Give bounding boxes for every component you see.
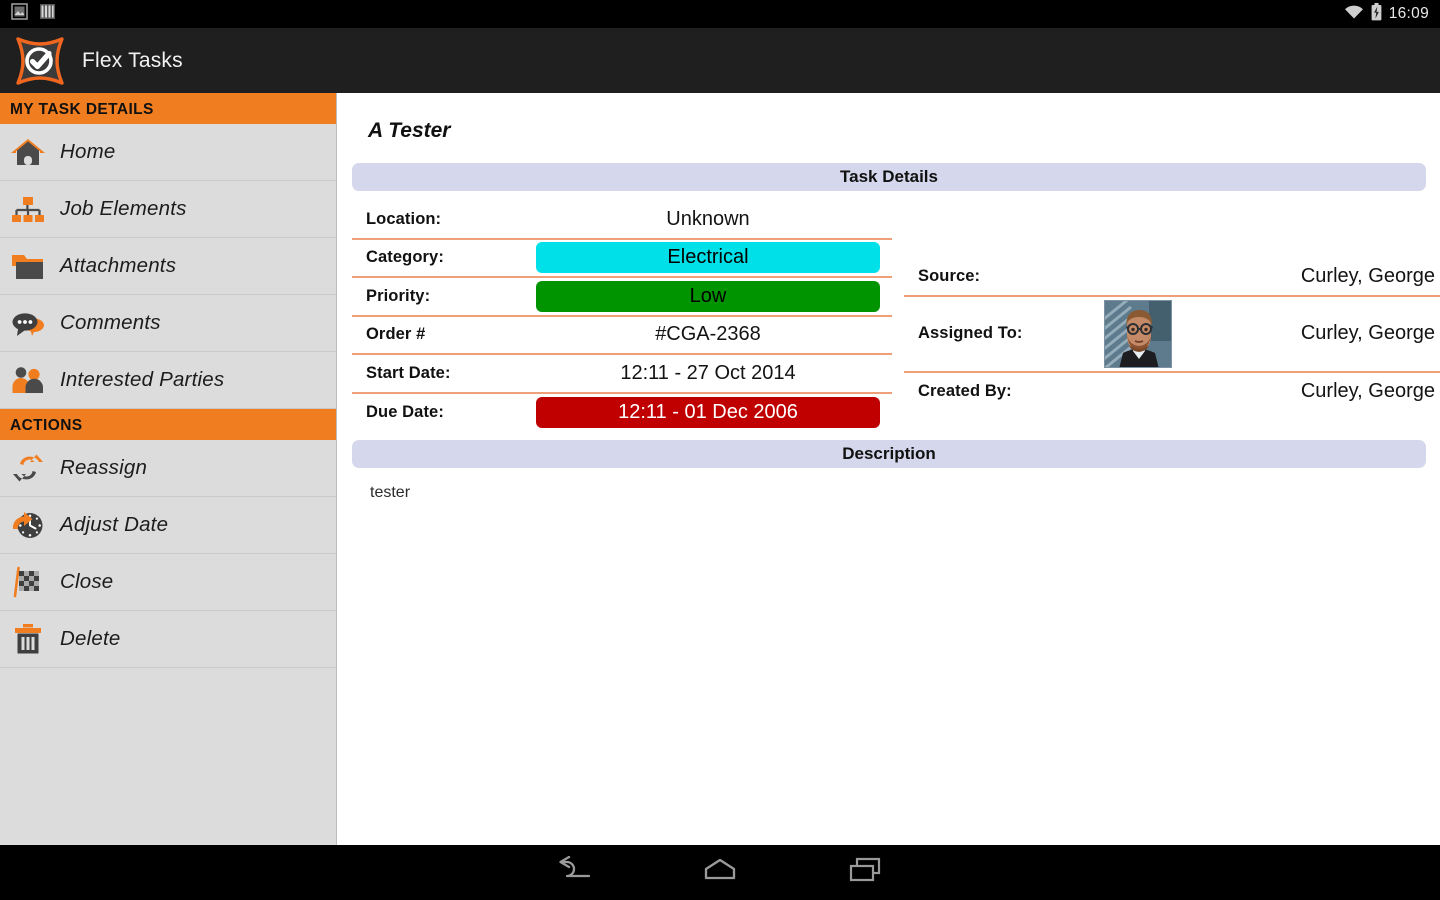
back-icon	[555, 855, 595, 889]
field-row-order-number: Order # #CGA-2368	[352, 317, 892, 355]
sidebar-item-label: Reassign	[60, 456, 148, 479]
sidebar-item-close[interactable]: Close	[0, 554, 336, 611]
flex-tasks-logo-icon[interactable]	[14, 35, 66, 87]
field-label: Order #	[366, 325, 426, 344]
nav-home-button[interactable]	[648, 845, 793, 900]
sidebar-item-comments[interactable]: Comments	[0, 295, 336, 352]
app-bar: Flex Tasks	[0, 28, 1440, 93]
field-label: Assigned To:	[918, 324, 1023, 342]
field-label: Location:	[366, 209, 442, 228]
trash-icon	[10, 621, 46, 657]
category-badge: Electrical	[536, 242, 880, 274]
sidebar-item-adjust-date[interactable]: Adjust Date	[0, 497, 336, 554]
details-right-column: Source: Curley, George Assigned To: Curl…	[904, 191, 1440, 432]
sidebar-empty-area	[0, 668, 336, 828]
field-row-location: Location: Unknown	[352, 201, 892, 240]
field-row-source: Source: Curley, George	[904, 258, 1440, 297]
clock-arrow-icon	[10, 507, 46, 543]
people-icon	[10, 362, 46, 398]
field-row-start-date: Start Date: 12:11 - 27 Oct 2014	[352, 355, 892, 394]
field-value-priority: Low	[524, 280, 892, 312]
sidebar-item-label: Delete	[60, 627, 121, 650]
sidebar-item-label: Close	[60, 570, 114, 593]
field-value-order-number: #CGA-2368	[655, 323, 761, 346]
status-bar-clock: 16:09	[1388, 5, 1429, 22]
status-bar-system: 16:09	[1344, 2, 1440, 26]
page-title: A Tester	[368, 119, 451, 142]
recents-icon	[845, 856, 885, 889]
sidebar-item-interested-parties[interactable]: Interested Parties	[0, 352, 336, 409]
details-columns: Location: Unknown Category: Electrical P…	[352, 191, 1440, 432]
main-content: A Tester Task Details Location: Unknown …	[338, 93, 1440, 845]
field-label: Created By:	[918, 382, 1012, 401]
field-value-assigned-to: Curley, George	[1300, 322, 1435, 344]
org-chart-icon	[10, 191, 46, 227]
description-text: tester	[370, 484, 411, 501]
task-details-header: Task Details	[352, 163, 1426, 191]
home-icon	[10, 134, 46, 170]
details-left-column: Location: Unknown Category: Electrical P…	[352, 191, 892, 432]
sidebar-item-label: Interested Parties	[60, 368, 225, 391]
field-value-start-date: 12:11 - 27 Oct 2014	[620, 361, 796, 384]
battery-charging-icon	[1371, 2, 1382, 26]
field-value-source: Curley, George	[1300, 264, 1435, 287]
sidebar-item-delete[interactable]: Delete	[0, 611, 336, 668]
sidebar-item-label: Home	[60, 140, 116, 163]
wifi-icon	[1344, 4, 1364, 25]
sidebar: MY TASK DETAILS Home Job Elements Attach…	[0, 93, 337, 845]
sidebar-item-reassign[interactable]: Reassign	[0, 440, 336, 497]
sidebar-section-header-actions: ACTIONS	[0, 409, 336, 440]
field-label: Due Date:	[366, 403, 444, 422]
field-value-category: Electrical	[524, 242, 892, 274]
field-label: Category:	[366, 248, 444, 267]
checkered-flag-icon	[10, 564, 46, 600]
field-row-created-by: Created By: Curley, George	[904, 373, 1440, 412]
sidebar-item-label: Adjust Date	[60, 513, 169, 536]
field-value-due-date: 12:11 - 01 Dec 2006	[524, 397, 892, 429]
avatar	[1104, 299, 1172, 368]
bars-icon	[40, 3, 55, 25]
android-nav-bar	[0, 845, 1440, 900]
folder-icon	[10, 248, 46, 284]
status-bar-notifications	[0, 3, 55, 25]
field-label: Source:	[918, 266, 981, 285]
field-value-location: Unknown	[666, 207, 750, 230]
field-row-due-date: Due Date: 12:11 - 01 Dec 2006	[352, 394, 892, 433]
field-value-created-by: Curley, George	[1300, 380, 1435, 403]
app-title: Flex Tasks	[82, 48, 183, 72]
nav-back-button[interactable]	[503, 845, 648, 900]
priority-badge: Low	[536, 280, 880, 312]
sidebar-item-home[interactable]: Home	[0, 124, 336, 181]
field-label: Priority:	[366, 286, 431, 305]
due-date-badge: 12:11 - 01 Dec 2006	[536, 397, 880, 429]
speech-bubbles-icon	[10, 305, 46, 341]
field-row-priority: Priority: Low	[352, 278, 892, 317]
sidebar-item-attachments[interactable]: Attachments	[0, 238, 336, 295]
sidebar-section-header-my-task-details: MY TASK DETAILS	[0, 93, 336, 124]
reassign-arrows-icon	[10, 450, 46, 486]
description-header: Description	[352, 440, 1426, 468]
field-row-category: Category: Electrical	[352, 240, 892, 278]
sidebar-item-label: Job Elements	[60, 197, 187, 220]
sidebar-item-label: Attachments	[60, 254, 177, 277]
home-icon	[700, 856, 740, 889]
sidebar-item-label: Comments	[60, 311, 161, 334]
sidebar-item-job-elements[interactable]: Job Elements	[0, 181, 336, 238]
field-row-assigned-to: Assigned To: Curley, George	[904, 297, 1440, 373]
nav-recents-button[interactable]	[793, 845, 938, 900]
status-bar: 16:09	[0, 0, 1440, 28]
field-label: Start Date:	[366, 363, 451, 382]
app-screen: 16:09 Flex Tasks MY TASK DETAILS Home Jo…	[0, 0, 1440, 900]
screenshot-icon	[11, 3, 28, 25]
